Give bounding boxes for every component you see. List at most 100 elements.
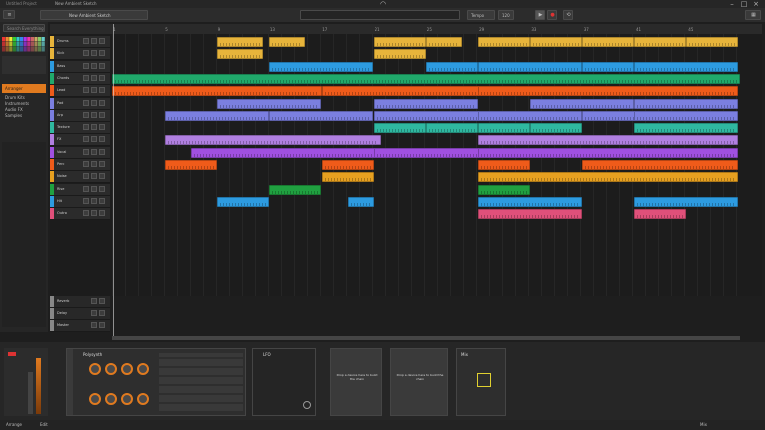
- clip[interactable]: [269, 184, 321, 195]
- track-lane[interactable]: [112, 208, 740, 220]
- clip[interactable]: [478, 123, 530, 134]
- arm-button[interactable]: [99, 185, 105, 192]
- browser-search[interactable]: Search Everything: [3, 24, 45, 32]
- mute-button[interactable]: [83, 197, 89, 204]
- arm-button[interactable]: [99, 111, 105, 118]
- track-header[interactable]: Texture: [50, 122, 110, 135]
- horizontal-scrollbar[interactable]: [112, 336, 740, 340]
- solo-button[interactable]: [91, 136, 97, 143]
- track-lane[interactable]: [112, 122, 740, 134]
- mute-button[interactable]: [83, 74, 89, 81]
- clip[interactable]: [269, 61, 373, 72]
- loop-button[interactable]: ⟲: [563, 10, 573, 20]
- fx-track-header[interactable]: Reverb: [50, 296, 110, 308]
- clip[interactable]: [634, 110, 738, 121]
- tempo-button[interactable]: Tempo: [467, 10, 495, 20]
- arm-button[interactable]: [99, 173, 105, 180]
- arm-button[interactable]: [99, 161, 105, 167]
- status-arrange[interactable]: Arrange: [6, 422, 22, 427]
- clip[interactable]: [634, 98, 738, 109]
- mute-button[interactable]: [91, 310, 97, 316]
- solo-button[interactable]: [99, 322, 105, 328]
- clip[interactable]: [686, 37, 738, 47]
- clip[interactable]: [112, 86, 322, 97]
- knob-env[interactable]: [121, 363, 133, 375]
- knob-drive[interactable]: [137, 363, 149, 375]
- playhead[interactable]: [113, 24, 114, 336]
- clip[interactable]: [478, 172, 738, 183]
- parameter-grid[interactable]: [159, 353, 243, 411]
- clip[interactable]: [478, 147, 738, 158]
- minimize-icon[interactable]: –: [728, 0, 736, 8]
- track-lane[interactable]: [112, 61, 740, 73]
- mute-button[interactable]: [83, 62, 89, 69]
- arm-button[interactable]: [99, 74, 105, 81]
- mute-button[interactable]: [83, 210, 89, 217]
- clip[interactable]: [634, 209, 686, 220]
- instrument-device[interactable]: Polysynth: [66, 348, 246, 416]
- solo-button[interactable]: [91, 74, 97, 81]
- clip[interactable]: [165, 160, 217, 170]
- status-edit[interactable]: Edit: [40, 422, 48, 427]
- track-header[interactable]: Bass: [50, 60, 110, 73]
- mute-button[interactable]: [91, 322, 97, 328]
- menu-button[interactable]: ≡: [3, 10, 15, 19]
- status-mix[interactable]: Mix: [700, 422, 707, 427]
- clip[interactable]: [634, 123, 738, 134]
- knob-release[interactable]: [137, 393, 149, 405]
- fx-track-header[interactable]: Delay: [50, 308, 110, 320]
- clip[interactable]: [322, 172, 374, 183]
- track-lane[interactable]: [112, 110, 740, 122]
- mute-button[interactable]: [83, 87, 89, 94]
- mute-button[interactable]: [83, 99, 89, 106]
- clip[interactable]: [374, 98, 478, 109]
- device-handle[interactable]: [67, 349, 73, 415]
- solo-button[interactable]: [91, 173, 97, 180]
- track-header[interactable]: Vocal: [50, 146, 110, 159]
- mute-button[interactable]: [83, 136, 89, 143]
- track-lane[interactable]: [112, 98, 740, 110]
- mute-button[interactable]: [83, 111, 89, 118]
- arm-button[interactable]: [99, 124, 105, 131]
- track-header[interactable]: Outro: [50, 208, 110, 221]
- knob-sustain[interactable]: [121, 393, 133, 405]
- arm-button[interactable]: [99, 210, 105, 217]
- bpm-field[interactable]: 120: [498, 10, 514, 20]
- solo-button[interactable]: [99, 298, 105, 304]
- layout-button[interactable]: ▦: [745, 10, 761, 20]
- clip[interactable]: [426, 61, 478, 72]
- track-lane[interactable]: [112, 147, 740, 159]
- clip[interactable]: [634, 61, 738, 72]
- clip[interactable]: [582, 160, 738, 170]
- mute-button[interactable]: [83, 124, 89, 131]
- solo-button[interactable]: [91, 197, 97, 204]
- mute-button[interactable]: [83, 161, 89, 167]
- clip[interactable]: [322, 160, 374, 170]
- mute-button[interactable]: [91, 298, 97, 304]
- mixer-xy-pad[interactable]: [477, 373, 491, 387]
- solo-button[interactable]: [91, 87, 97, 94]
- track-header[interactable]: Pad: [50, 97, 110, 110]
- play-button[interactable]: ▶: [535, 10, 545, 20]
- mute-button[interactable]: [83, 148, 89, 155]
- track-header[interactable]: Hit: [50, 195, 110, 208]
- track-lane[interactable]: [112, 134, 740, 146]
- clip[interactable]: [530, 98, 634, 109]
- clip[interactable]: [530, 37, 582, 47]
- track-header[interactable]: Chords: [50, 72, 110, 85]
- timeline-ruler[interactable]: 1 5 9 13 17 21 25 29 33 37 41 45: [50, 24, 762, 34]
- solo-button[interactable]: [91, 99, 97, 106]
- track-lane[interactable]: [112, 196, 740, 208]
- clip[interactable]: [634, 196, 738, 207]
- clip[interactable]: [478, 86, 738, 97]
- clip[interactable]: [217, 98, 321, 109]
- clip[interactable]: [191, 147, 381, 158]
- clip[interactable]: [374, 37, 426, 47]
- clip[interactable]: [374, 147, 480, 158]
- clip[interactable]: [478, 209, 582, 220]
- track-header[interactable]: Kick: [50, 48, 110, 61]
- clip[interactable]: [217, 196, 269, 207]
- clip[interactable]: [426, 123, 478, 134]
- knob-cutoff[interactable]: [89, 363, 101, 375]
- clip[interactable]: [634, 37, 686, 47]
